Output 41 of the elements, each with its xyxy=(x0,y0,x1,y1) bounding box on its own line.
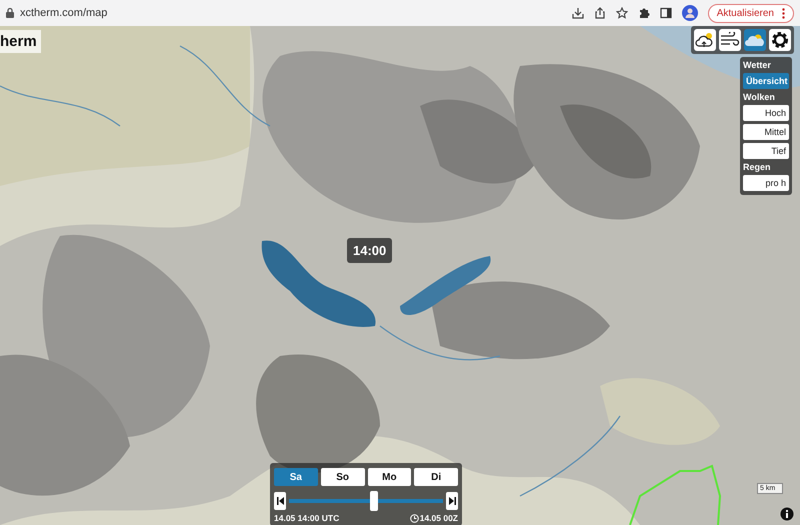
skip-back-button[interactable] xyxy=(274,492,286,510)
share-icon[interactable] xyxy=(594,7,606,19)
lock-icon xyxy=(6,8,14,18)
sidebar-icon[interactable] xyxy=(660,7,672,19)
layer-option[interactable]: Mittel xyxy=(743,124,789,140)
info-icon[interactable] xyxy=(780,507,794,521)
time-slider[interactable] xyxy=(289,491,443,511)
cloud-sun-icon xyxy=(695,31,715,49)
star-icon[interactable] xyxy=(616,7,628,19)
avatar-icon[interactable] xyxy=(682,5,698,21)
day-tab[interactable]: Mo xyxy=(368,468,412,486)
panel-heading: Wolken xyxy=(743,92,776,102)
puzzle-icon[interactable] xyxy=(638,7,650,19)
panel-heading: Wetter xyxy=(743,60,772,70)
panel-heading: Regen xyxy=(743,162,772,172)
model-run-text: 14.05 00Z xyxy=(420,513,458,523)
cloud-icon xyxy=(744,32,766,48)
layer-option[interactable]: Tief xyxy=(743,143,789,159)
slider-thumb[interactable] xyxy=(370,491,378,511)
day-tab[interactable]: So xyxy=(320,468,364,486)
layer-option[interactable]: Übersicht xyxy=(743,73,789,89)
skip-forward-icon xyxy=(448,497,456,505)
site-logo[interactable]: herm xyxy=(0,30,41,53)
settings-button[interactable] xyxy=(769,29,791,51)
address-bar-url[interactable]: xctherm.com/map xyxy=(20,7,108,19)
layer-option[interactable]: Hoch xyxy=(743,105,789,121)
more-icon[interactable] xyxy=(782,8,785,18)
skip-back-icon xyxy=(276,497,284,505)
settings-icon xyxy=(770,30,790,50)
layer-button[interactable] xyxy=(719,29,741,51)
time-label: 14:00 xyxy=(347,238,392,263)
skip-forward-button[interactable] xyxy=(446,492,458,510)
layer-option[interactable]: pro h xyxy=(743,175,789,191)
wind-icon xyxy=(720,32,740,48)
download-icon[interactable] xyxy=(572,7,584,19)
day-tab[interactable]: Di xyxy=(414,468,458,486)
clock-icon xyxy=(410,514,419,522)
current-time-text: 14.05 14:00 UTC xyxy=(274,513,340,523)
layer-button[interactable] xyxy=(694,29,716,51)
update-button[interactable]: Aktualisieren xyxy=(708,4,794,22)
day-tab[interactable]: Sa xyxy=(274,468,318,486)
